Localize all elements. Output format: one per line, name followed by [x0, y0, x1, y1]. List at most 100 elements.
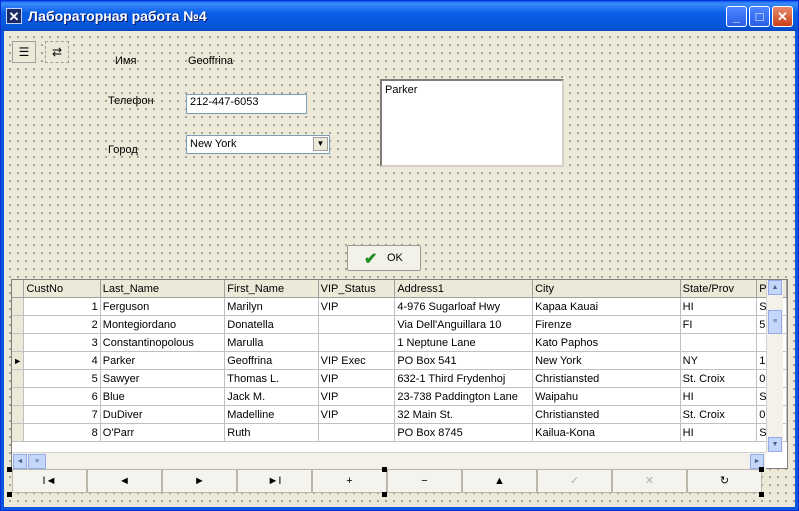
- city-combobox[interactable]: New York ▼: [186, 135, 330, 154]
- table-row[interactable]: 3 Constantinopolous Marulla 1 Neptune Lane K…: [12, 333, 787, 352]
- grid-cell[interactable]: Kapaa Kauai: [532, 297, 681, 316]
- grid-cell[interactable]: Sawyer: [100, 369, 226, 388]
- grid-column-header[interactable]: Address1: [394, 280, 534, 298]
- chevron-down-icon[interactable]: ▼: [313, 137, 328, 151]
- nav-edit-button[interactable]: ▲: [462, 469, 537, 493]
- nav-cancel-button[interactable]: ✕: [612, 469, 687, 493]
- app-icon[interactable]: ✕: [6, 8, 22, 24]
- ok-button[interactable]: ✔ OK: [347, 245, 421, 271]
- grid-cell[interactable]: VIP: [318, 297, 396, 316]
- grid-cell[interactable]: [318, 423, 396, 442]
- grid-cell[interactable]: VIP: [318, 369, 396, 388]
- title-bar[interactable]: ✕ Лабораторная работа №4 _ □ ✕: [1, 1, 798, 31]
- grid-cell[interactable]: [318, 315, 396, 334]
- row-indicator[interactable]: [12, 315, 25, 334]
- grid-cell[interactable]: 1: [23, 297, 101, 316]
- grid-cell[interactable]: Firenze: [532, 315, 681, 334]
- nav-first-button[interactable]: I◄: [12, 469, 87, 493]
- nav-refresh-button[interactable]: ↻: [687, 469, 762, 493]
- grid-cell[interactable]: Parker: [100, 351, 226, 370]
- grid-cell[interactable]: Kailua-Kona: [532, 423, 681, 442]
- nav-last-button[interactable]: ►I: [237, 469, 312, 493]
- grid-cell[interactable]: Geoffrina: [224, 351, 319, 370]
- grid-cell[interactable]: Jack M.: [224, 387, 319, 406]
- vertical-scrollbar[interactable]: ▲ ≡ ▼: [766, 280, 783, 452]
- grid-column-header[interactable]: First_Name: [224, 280, 319, 298]
- grid-cell[interactable]: 23-738 Paddington Lane: [394, 387, 534, 406]
- minimize-button[interactable]: _: [726, 6, 747, 27]
- table-row[interactable]: 7 DuDiver Madelline VIP 32 Main St. Christian…: [12, 405, 787, 424]
- memo-field[interactable]: Parker: [380, 79, 564, 167]
- grid-cell[interactable]: 3: [23, 333, 101, 352]
- table-row[interactable]: 1 Ferguson Marilyn VIP 4-976 Sugarloaf Hwy Ka…: [12, 297, 787, 316]
- customer-grid[interactable]: CustNo Last_Name First_Name VIP_Status Addre…: [11, 279, 788, 469]
- row-indicator[interactable]: [12, 387, 25, 406]
- grid-cell[interactable]: 4: [23, 351, 101, 370]
- grid-cell[interactable]: 7: [23, 405, 101, 424]
- grid-cell[interactable]: 32 Main St.: [394, 405, 534, 424]
- close-button[interactable]: ✕: [772, 6, 793, 27]
- grid-cell[interactable]: 6: [23, 387, 101, 406]
- grid-cell[interactable]: HI: [680, 387, 758, 406]
- grid-cell[interactable]: Ferguson: [100, 297, 226, 316]
- grid-cell[interactable]: Ruth: [224, 423, 319, 442]
- grid-cell[interactable]: St. Croix: [680, 405, 758, 424]
- row-indicator[interactable]: ►: [12, 351, 25, 370]
- grid-cell[interactable]: 4-976 Sugarloaf Hwy: [394, 297, 534, 316]
- scroll-up-icon[interactable]: ▲: [768, 280, 782, 295]
- grid-column-header[interactable]: Last_Name: [100, 280, 226, 298]
- grid-cell[interactable]: Marilyn: [224, 297, 319, 316]
- grid-cell[interactable]: Thomas L.: [224, 369, 319, 388]
- nav-prior-button[interactable]: ◄: [87, 469, 162, 493]
- grid-cell[interactable]: VIP: [318, 387, 396, 406]
- grid-cell[interactable]: PO Box 541: [394, 351, 534, 370]
- nav-next-button[interactable]: ►: [162, 469, 237, 493]
- grid-cell[interactable]: Montegiordano: [100, 315, 226, 334]
- grid-cell[interactable]: Via Dell'Anguillara 10: [394, 315, 534, 334]
- grid-cell[interactable]: O'Parr: [100, 423, 226, 442]
- row-indicator[interactable]: [12, 369, 25, 388]
- grid-cell[interactable]: St. Croix: [680, 369, 758, 388]
- grid-cell[interactable]: DuDiver: [100, 405, 226, 424]
- grid-column-header[interactable]: VIP_Status: [318, 280, 396, 298]
- grid-cell[interactable]: Christiansted: [532, 405, 681, 424]
- grid-cell[interactable]: 1 Neptune Lane: [394, 333, 534, 352]
- table-row[interactable]: 5 Sawyer Thomas L. VIP 632-1 Third Frydenhoj…: [12, 369, 787, 388]
- table-row[interactable]: 2 Montegiordano Donatella Via Dell'Anguilla…: [12, 315, 787, 334]
- grid-cell[interactable]: Kato Paphos: [532, 333, 681, 352]
- grid-cell[interactable]: 632-1 Third Frydenhoj: [394, 369, 534, 388]
- row-indicator[interactable]: [12, 423, 25, 442]
- grid-cell[interactable]: Madelline: [224, 405, 319, 424]
- grid-cell[interactable]: Christiansted: [532, 369, 681, 388]
- grid-cell[interactable]: 8: [23, 423, 101, 442]
- grid-cell[interactable]: Constantinopolous: [100, 333, 226, 352]
- grid-cell[interactable]: Blue: [100, 387, 226, 406]
- grid-cell[interactable]: Donatella: [224, 315, 319, 334]
- table-row[interactable]: 8 O'Parr Ruth PO Box 8745 Kailua-Kona HI S: [12, 423, 787, 442]
- grid-column-header[interactable]: City: [532, 280, 681, 298]
- grid-cell[interactable]: PO Box 8745: [394, 423, 534, 442]
- horizontal-scroll-thumb[interactable]: ≡: [28, 454, 46, 469]
- maximize-button[interactable]: □: [749, 6, 770, 27]
- table-row[interactable]: ► 4 Parker Geoffrina VIP Exec PO Box 541 New Y…: [12, 351, 787, 370]
- scroll-down-icon[interactable]: ▼: [768, 437, 782, 452]
- row-indicator[interactable]: [12, 297, 25, 316]
- grid-cell[interactable]: HI: [680, 297, 758, 316]
- table-row[interactable]: 6 Blue Jack M. VIP 23-738 Paddington Lane Wai…: [12, 387, 787, 406]
- grid-column-header[interactable]: State/Prov: [680, 280, 758, 298]
- grid-cell[interactable]: New York: [532, 351, 681, 370]
- grid-cell[interactable]: VIP Exec: [318, 351, 396, 370]
- grid-cell[interactable]: Waipahu: [532, 387, 681, 406]
- grid-cell[interactable]: NY: [680, 351, 758, 370]
- grid-cell[interactable]: [680, 333, 758, 352]
- phone-input[interactable]: 212-447-6053: [186, 94, 307, 114]
- scroll-thumb[interactable]: ≡: [768, 310, 782, 334]
- grid-cell[interactable]: [318, 333, 396, 352]
- grid-cell[interactable]: Marulla: [224, 333, 319, 352]
- grid-cell[interactable]: 2: [23, 315, 101, 334]
- nav-post-button[interactable]: ✓: [537, 469, 612, 493]
- scroll-left-icon[interactable]: ◄: [13, 454, 27, 469]
- grid-cell[interactable]: VIP: [318, 405, 396, 424]
- horizontal-scrollbar[interactable]: ◄ ≡ ►: [12, 452, 766, 469]
- nav-insert-button[interactable]: +: [312, 469, 387, 493]
